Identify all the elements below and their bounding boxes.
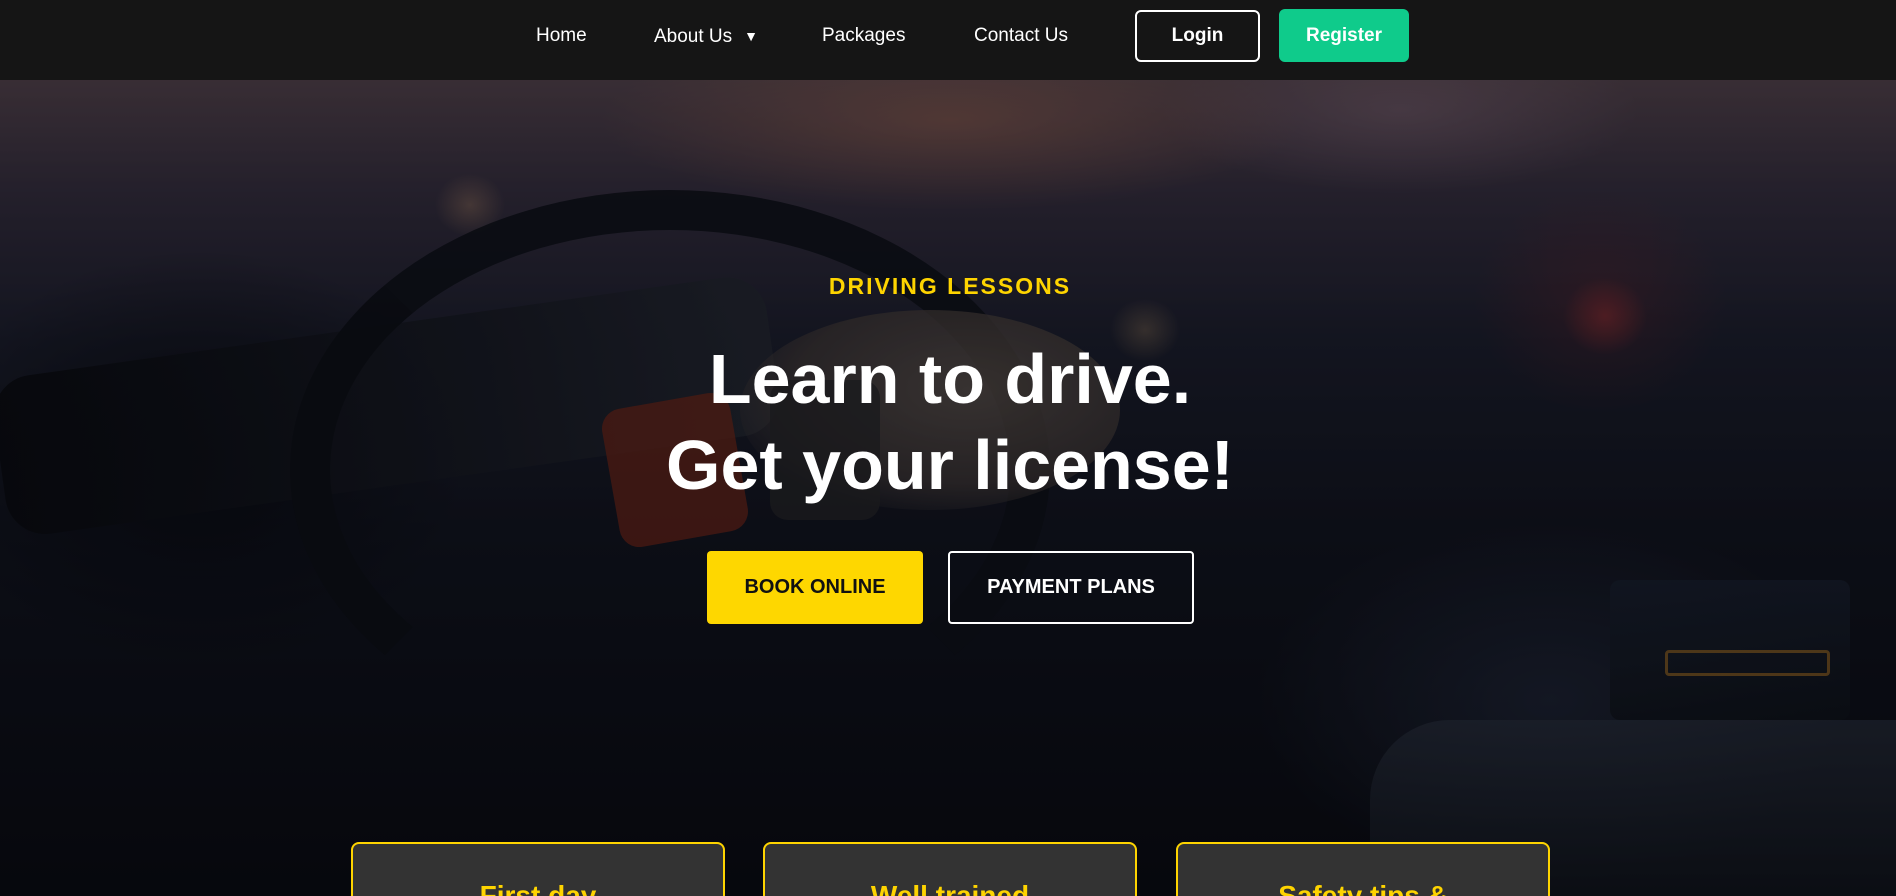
hero-headline: Learn to drive. Get your license! [0, 336, 1896, 508]
feature-card: First day [351, 842, 725, 896]
feature-card-title: Well trained [870, 880, 1030, 896]
hero-eyebrow: DRIVING LESSONS [828, 273, 1072, 299]
nav-link-contact-us[interactable]: Contact Us [974, 0, 1068, 72]
hero-headline-line-2: Get your license! [666, 426, 1234, 504]
login-button[interactable]: Login [1135, 10, 1260, 62]
nav-link-about-us-label: About Us [654, 26, 733, 47]
feature-card: Safety tips & [1176, 842, 1550, 896]
book-online-button[interactable]: BOOK ONLINE [707, 551, 923, 624]
hero-headline-line-1: Learn to drive. [708, 340, 1192, 418]
feature-card-title: First day [479, 880, 597, 896]
nav-link-home[interactable]: Home [536, 0, 587, 72]
nav-link-packages[interactable]: Packages [822, 0, 905, 72]
register-button[interactable]: Register [1279, 9, 1409, 62]
feature-card: Well trained [763, 842, 1137, 896]
payment-plans-button[interactable]: PAYMENT PLANS [948, 551, 1194, 624]
top-navbar: Home About Us ▼ Packages Contact Us Login… [0, 0, 1896, 80]
caret-down-icon: ▼ [744, 28, 759, 44]
nav-link-about-us[interactable]: About Us ▼ [654, 0, 758, 72]
hero-section: DRIVING LESSONS Learn to drive. Get your… [0, 80, 1896, 896]
feature-card-title: Safety tips & [1278, 880, 1448, 896]
